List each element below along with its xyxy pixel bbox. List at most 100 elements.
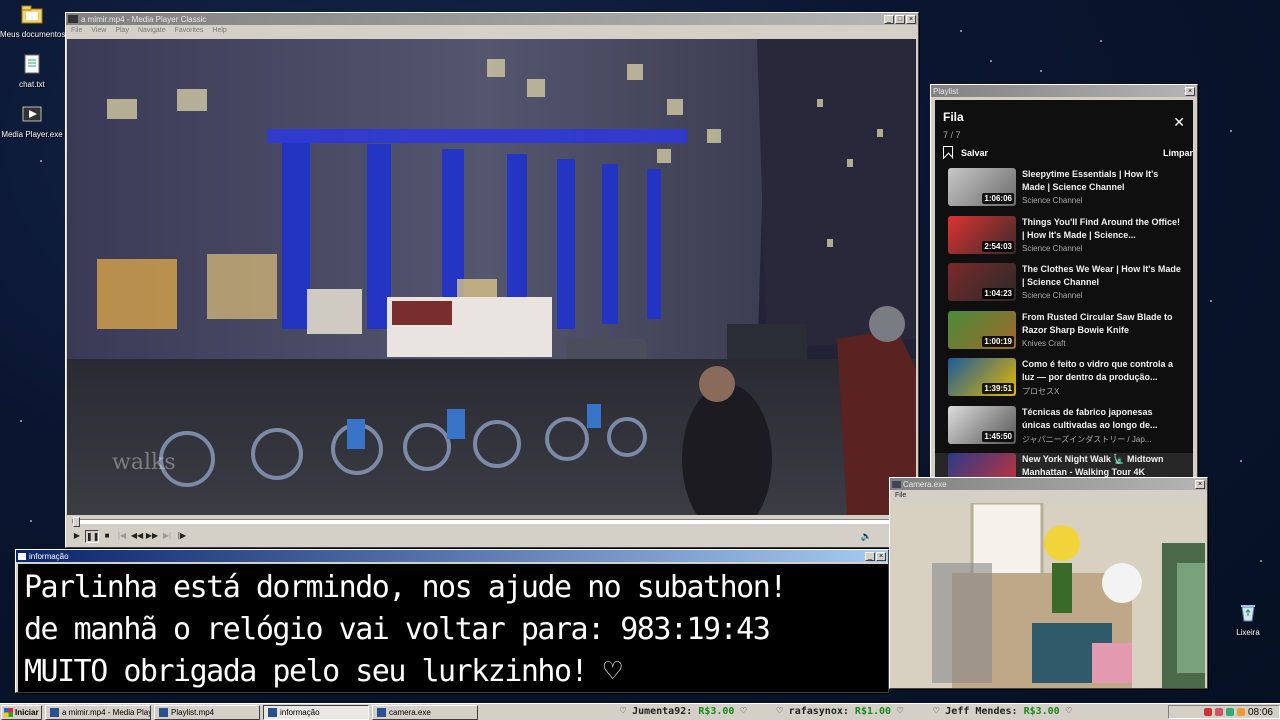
stop-button[interactable]: ■	[100, 530, 114, 543]
pause-button[interactable]: ❚❚	[85, 530, 99, 543]
camera-window[interactable]: Camera.exe × File	[889, 477, 1208, 689]
close-button[interactable]: ×	[1185, 86, 1195, 96]
info-line: de manhã o relógio vai voltar para: 983:…	[24, 612, 771, 647]
next-track-button[interactable]: ▶|	[160, 530, 174, 543]
queue-item[interactable]: 1:45:50 Técnicas de fabrico japonesas ún…	[935, 405, 1193, 454]
play-button[interactable]: ▶	[70, 530, 84, 543]
menu-favorites[interactable]: Favorites	[175, 27, 204, 34]
camera-titlebar[interactable]: Camera.exe ×	[890, 478, 1207, 490]
media-player-titlebar[interactable]: a mimir.mp4 - Media Player Classic _ □ ×	[66, 13, 918, 25]
playlist-window[interactable]: Playlist × Fila 7 / 7 ✕ Salvar Limpar 1:…	[930, 84, 1198, 481]
channel-name: Science Channel	[1022, 291, 1083, 300]
frame-step-button[interactable]: |▶	[175, 530, 189, 543]
seek-thumb[interactable]	[73, 517, 80, 527]
menu-file[interactable]: File	[71, 27, 82, 34]
app-icon	[268, 707, 277, 717]
desktop-icon-recycle-bin[interactable]: Lixeira	[1216, 601, 1280, 637]
close-button[interactable]: ×	[906, 14, 916, 24]
start-button[interactable]: Iniciar	[1, 704, 42, 720]
video-thumbnail: 1:06:06	[948, 168, 1016, 206]
donation-amount: R$3.00	[1023, 706, 1060, 717]
window-title: Camera.exe	[903, 479, 947, 489]
playlist-titlebar[interactable]: Playlist ×	[931, 85, 1197, 97]
duration-badge: 1:39:51	[982, 383, 1014, 394]
player-controls: ▶ ❚❚ ■ |◀ ◀◀ ▶▶ ▶| |▶ 🔈	[67, 515, 918, 545]
taskbar-item-camera[interactable]: camera.exe	[372, 704, 478, 720]
queue-item[interactable]: 1:04:23 The Clothes We Wear | How It's M…	[935, 263, 1193, 311]
video-title: Técnicas de fabrico japonesas únicas cul…	[1022, 406, 1158, 430]
save-label: Salvar	[961, 147, 989, 158]
rewind-button[interactable]: ◀◀	[130, 530, 144, 543]
network-icon[interactable]	[1225, 708, 1234, 716]
app-icon	[68, 15, 78, 23]
heart-icon: ♡	[1065, 706, 1072, 717]
camera-feed	[892, 503, 1205, 688]
camera-scene-illustration	[892, 503, 1205, 688]
menu-navigate[interactable]: Navigate	[138, 27, 166, 34]
queue-panel: Fila 7 / 7 ✕ Salvar Limpar 1:06:06 Sleep…	[935, 100, 1193, 481]
taskbar-item-media-player[interactable]: a mimir.mp4 - Media Playe...	[45, 704, 151, 720]
app-icon	[18, 552, 26, 560]
duration-badge: 1:00:19	[982, 335, 1014, 347]
queue-list: 1:06:06 Sleepytime Essentials | How It's…	[935, 168, 1193, 481]
folder-icon	[21, 3, 43, 27]
window-title: informação	[29, 551, 69, 561]
taskbar-item-playlist[interactable]: Playlist.mp4	[154, 704, 260, 720]
taskbar-item-informacao[interactable]: informação	[263, 704, 369, 720]
menu-play[interactable]: Play	[115, 27, 129, 34]
menu-file[interactable]: File	[895, 492, 906, 499]
minimize-button[interactable]: _	[865, 551, 875, 561]
desktop-icon-my-documents[interactable]: Meus documentos	[0, 3, 66, 39]
volume-icon[interactable]: 🔈	[861, 531, 872, 542]
video-title: Sleepytime Essentials | How It's Made | …	[1022, 169, 1159, 192]
clock[interactable]: 08:06	[1248, 707, 1273, 718]
tray-app-icon[interactable]	[1214, 708, 1223, 716]
video-thumbnail: 2:54:03	[948, 215, 1016, 254]
desktop-icon-media-player[interactable]: Media Player.exe	[0, 103, 64, 139]
duration-badge: 2:54:03	[982, 240, 1014, 252]
channel-name: ジャパニーズインダストリー / Jap...	[1022, 434, 1152, 444]
desktop-icon-label: Meus documentos	[0, 30, 66, 39]
app-icon	[50, 707, 59, 717]
tray-app-icon[interactable]	[1236, 708, 1245, 716]
video-frame[interactable]: walks	[67, 39, 916, 515]
info-window[interactable]: informação _ × Parlinha está dormindo, n…	[15, 549, 889, 693]
taskbar: Iniciar a mimir.mp4 - Media Playe... Pla…	[0, 703, 1280, 720]
menu-help[interactable]: Help	[212, 27, 226, 34]
donation-amount: R$1.00	[854, 706, 892, 717]
save-button[interactable]: Salvar	[943, 146, 988, 159]
video-title: Things You'll Find Around the Office! | …	[1022, 216, 1180, 240]
heart-icon: ♡	[620, 706, 627, 717]
fast-forward-button[interactable]: ▶▶	[145, 530, 159, 543]
queue-item[interactable]: 1:06:06 Sleepytime Essentials | How It's…	[935, 168, 1193, 216]
donation-ticker: ♡ Jumenta92: R$3.00 ♡ ♡ rafasynox: R$1.0…	[620, 705, 1165, 719]
heart-icon: ♡	[897, 706, 904, 717]
media-player-icon	[21, 103, 43, 127]
close-button[interactable]: ×	[1195, 479, 1205, 489]
channel-name: Science Channel	[1022, 243, 1083, 253]
maximize-button[interactable]: □	[895, 14, 905, 24]
video-title: The Clothes We Wear | How It's Made | Sc…	[1022, 264, 1181, 287]
queue-item[interactable]: 1:00:19 From Rusted Circular Saw Blade t…	[935, 310, 1193, 359]
queue-item[interactable]: 2:54:03 Things You'll Find Around the Of…	[935, 215, 1193, 264]
info-line: Parlinha está dormindo, nos ajude no sub…	[24, 570, 787, 605]
heart-icon: ♡	[933, 706, 940, 717]
minimize-button[interactable]: _	[884, 14, 894, 24]
clear-button[interactable]: Limpar	[1163, 148, 1193, 158]
info-titlebar[interactable]: informação _ ×	[16, 550, 888, 562]
donor-name: Jeff Mendes:	[945, 706, 1018, 717]
camera-icon	[892, 480, 901, 488]
bookmark-icon	[943, 146, 953, 159]
seek-bar[interactable]	[72, 517, 912, 527]
close-icon[interactable]: ✕	[1173, 114, 1185, 131]
windows-logo-icon	[4, 707, 13, 717]
video-title: From Rusted Circular Saw Blade to Razor …	[1022, 311, 1173, 335]
desktop-icon-chat-txt[interactable]: chat.txt	[0, 53, 64, 89]
menu-view[interactable]: View	[91, 27, 106, 34]
prev-track-button[interactable]: |◀	[115, 530, 129, 543]
desktop-icon-label: Media Player.exe	[1, 130, 63, 139]
recycle-bin-icon	[1237, 601, 1259, 625]
antivirus-icon[interactable]	[1203, 708, 1212, 716]
close-button[interactable]: ×	[876, 551, 886, 561]
queue-item[interactable]: 1:39:51 Como é feito o vidro que control…	[935, 358, 1193, 406]
